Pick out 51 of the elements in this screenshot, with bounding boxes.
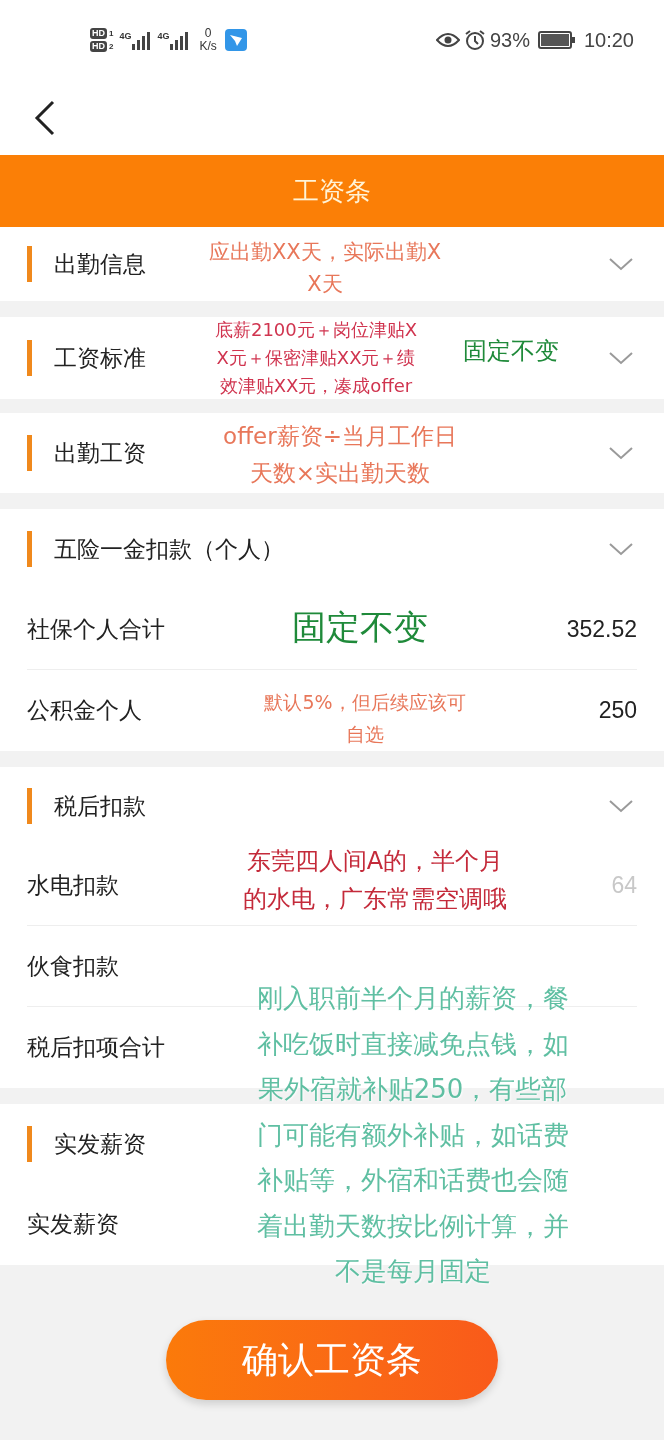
- clock-time: 10:20: [583, 28, 634, 53]
- confirm-button[interactable]: 确认工资条: [166, 1320, 498, 1400]
- row-label: 实发薪资: [27, 1210, 119, 1240]
- row-value: 250: [598, 696, 637, 726]
- handwritten-note: 固定不变: [463, 336, 559, 367]
- page-title: 工资条: [293, 174, 371, 208]
- handwritten-note: 应出勤XX天，实际出勤X X天: [208, 239, 442, 298]
- eye-icon: [435, 32, 460, 48]
- section-marker: [27, 1126, 32, 1162]
- network-speed: 0: [204, 27, 212, 40]
- row-label: 税后扣项合计: [27, 1033, 165, 1063]
- section-title: 实发薪资: [54, 1129, 146, 1159]
- network-type: 4G: [157, 30, 170, 43]
- handwritten-note: 刚入职前半个月的薪资，餐 补吃饭时直接减免点钱，如 果外宿就补贴250，有些部 门可能有额外补贴，如话费 补贴等，外宿和话费也会随 着出勤天数按比例计算，并 不是每月固定: [256, 982, 569, 1288]
- section-marker: [27, 788, 32, 824]
- handwritten-note: 固定不变: [292, 606, 428, 649]
- network-type: 4G: [119, 30, 132, 43]
- section-marker: [27, 340, 32, 376]
- row-label: 水电扣款: [27, 870, 119, 900]
- handwritten-note: 东莞四人间A的，半个月 的水电，广东常需空调哦: [243, 846, 507, 915]
- section-marker: [27, 531, 32, 567]
- speed-unit: K/s: [199, 40, 217, 53]
- sim-slot: 1: [109, 28, 114, 39]
- handwritten-note: 底薪2100元＋岗位津贴X X元＋保密津贴XX元＋绩 效津贴XX元，凑成offer: [214, 318, 418, 398]
- section-marker: [27, 246, 32, 282]
- sim-slot: 2: [109, 41, 114, 52]
- row-label: 伙食扣款: [27, 951, 119, 981]
- battery-icon: [537, 31, 576, 49]
- section-marker: [27, 435, 32, 471]
- handwritten-note: 默认5%，但后续应该可 自选: [264, 690, 466, 747]
- section-title: 工资标准: [54, 343, 146, 373]
- battery-percent: 93%: [489, 28, 530, 53]
- row-label: 社保个人合计: [27, 614, 165, 644]
- signal-icon: [131, 30, 152, 50]
- section-title: 税后扣款: [54, 791, 146, 821]
- handwritten-note: offer薪资÷当月工作日 天数×实出勤天数: [223, 422, 457, 488]
- row-value: 352.52: [566, 614, 637, 644]
- chevron-down-icon[interactable]: [608, 256, 634, 272]
- chevron-down-icon[interactable]: [608, 798, 634, 814]
- alarm-icon: [463, 29, 486, 51]
- section-title: 出勤工资: [54, 438, 146, 468]
- hd-badge: HD: [90, 41, 107, 52]
- chevron-down-icon[interactable]: [608, 541, 634, 557]
- row-label: 公积金个人: [27, 696, 142, 726]
- hd-badge: HD: [90, 28, 107, 39]
- section-title: 出勤信息: [54, 249, 146, 279]
- chevron-down-icon[interactable]: [608, 350, 634, 366]
- signal-icon: [169, 30, 190, 50]
- chevron-down-icon[interactable]: [608, 445, 634, 461]
- section-title: 五险一金扣款（个人）: [54, 534, 284, 564]
- app-icon: [224, 29, 247, 51]
